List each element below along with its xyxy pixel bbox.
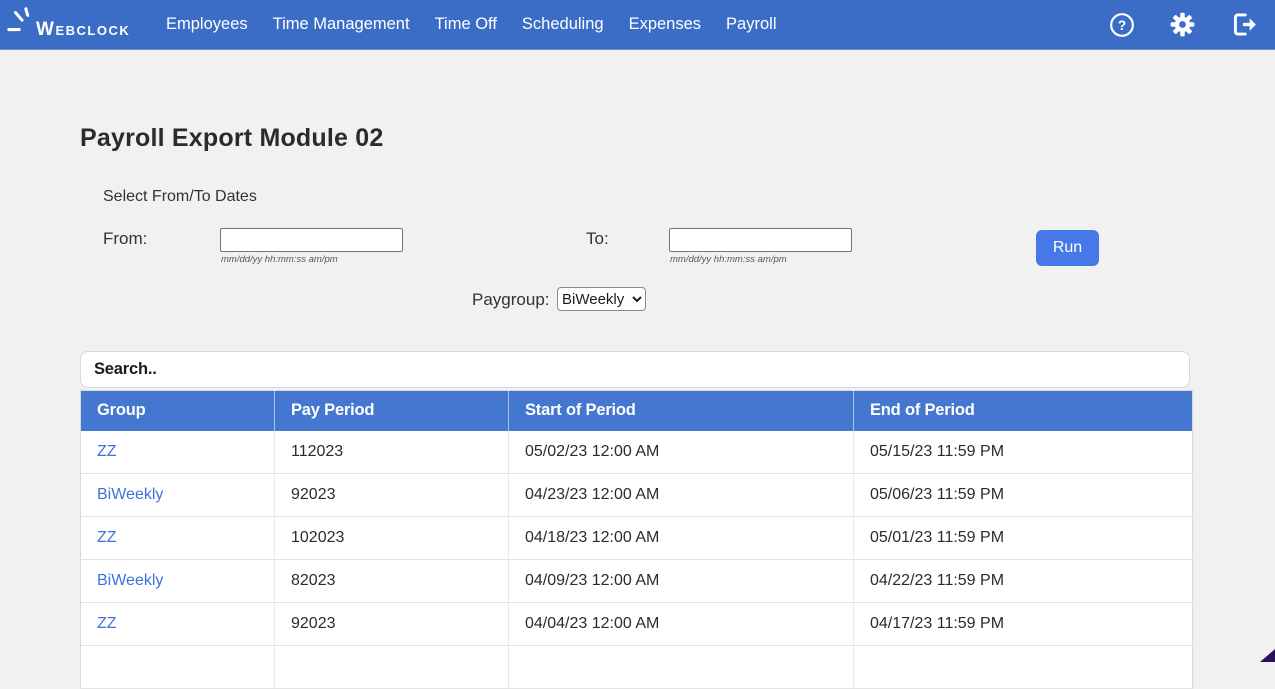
- logout-icon[interactable]: [1230, 11, 1257, 38]
- pay-period-cell: 92023: [275, 474, 509, 517]
- nav-item-time-off[interactable]: Time Off: [435, 15, 497, 34]
- clock-rays-icon: [6, 4, 40, 45]
- end-of-period-cell: 04/22/23 11:59 PM: [854, 560, 1193, 603]
- pay-periods-table-wrap: Group Pay Period Start of Period End of …: [80, 390, 1192, 689]
- end-of-period-cell: 05/06/23 11:59 PM: [854, 474, 1193, 517]
- page-title: Payroll Export Module 02: [80, 124, 383, 153]
- pay-period-cell: 112023: [275, 431, 509, 474]
- pay-period-cell: 82023: [275, 560, 509, 603]
- start-of-period-cell: 05/02/23 12:00 AM: [509, 431, 854, 474]
- group-cell: BiWeekly: [81, 474, 275, 517]
- pay-periods-table: Group Pay Period Start of Period End of …: [80, 390, 1193, 689]
- group-cell: ZZ: [81, 517, 275, 560]
- to-date-input[interactable]: [669, 228, 852, 252]
- nav-icon-group: ?: [1109, 11, 1275, 38]
- nav-item-expenses[interactable]: Expenses: [629, 15, 701, 34]
- from-date-input[interactable]: [220, 228, 403, 252]
- webclock-logo[interactable]: WebClock: [0, 4, 158, 45]
- table-row: ZZ 11202305/02/23 12:00 AM05/15/23 11:59 …: [81, 431, 1193, 474]
- table-row: ZZ 10202304/18/23 12:00 AM05/01/23 11:59 …: [81, 517, 1193, 560]
- end-of-period-cell: 05/01/23 11:59 PM: [854, 517, 1193, 560]
- group-link[interactable]: ZZ: [97, 615, 117, 632]
- paygroup-select[interactable]: BiWeekly: [557, 287, 646, 311]
- end-of-period-cell: 05/15/23 11:59 PM: [854, 431, 1193, 474]
- table-row: BiWeekly 9202304/23/23 12:00 AM05/06/23 1…: [81, 474, 1193, 517]
- group-link[interactable]: BiWeekly: [97, 572, 163, 589]
- group-link[interactable]: ZZ: [97, 529, 117, 546]
- nav-menu: Employees Time Management Time Off Scheduli…: [166, 15, 776, 34]
- col-header-end-of-period: End of Period: [854, 391, 1193, 431]
- mouse-cursor-artifact: [1260, 649, 1275, 662]
- run-button[interactable]: Run: [1036, 230, 1099, 266]
- brand-name: WebClock: [36, 20, 130, 45]
- group-cell: ZZ: [81, 603, 275, 646]
- to-date-format-hint: mm/dd/yy hh:mm:ss am/pm: [670, 254, 787, 265]
- nav-item-scheduling[interactable]: Scheduling: [522, 15, 604, 34]
- empty-cell: [81, 646, 275, 689]
- pay-period-cell: 102023: [275, 517, 509, 560]
- nav-item-time-management[interactable]: Time Management: [273, 15, 410, 34]
- start-of-period-cell: 04/23/23 12:00 AM: [509, 474, 854, 517]
- empty-cell: [854, 646, 1193, 689]
- help-icon[interactable]: ?: [1109, 12, 1135, 38]
- group-cell: ZZ: [81, 431, 275, 474]
- end-of-period-cell: 04/17/23 11:59 PM: [854, 603, 1193, 646]
- table-row: ZZ 9202304/04/23 12:00 AM04/17/23 11:59 P…: [81, 603, 1193, 646]
- group-link[interactable]: BiWeekly: [97, 486, 163, 503]
- pay-period-cell: 92023: [275, 603, 509, 646]
- group-link[interactable]: ZZ: [97, 443, 117, 460]
- search-input[interactable]: [80, 351, 1190, 388]
- start-of-period-cell: 04/09/23 12:00 AM: [509, 560, 854, 603]
- settings-gear-icon[interactable]: [1169, 11, 1196, 38]
- paygroup-label: Paygroup:: [472, 290, 550, 310]
- payroll-export-page: WebClock Employees Time Management Time Of…: [0, 0, 1275, 662]
- group-cell: BiWeekly: [81, 560, 275, 603]
- date-section-label: Select From/To Dates: [103, 188, 257, 206]
- start-of-period-cell: 04/18/23 12:00 AM: [509, 517, 854, 560]
- col-header-start-of-period: Start of Period: [509, 391, 854, 431]
- table-header-row: Group Pay Period Start of Period End of …: [81, 391, 1193, 431]
- svg-text:?: ?: [1118, 17, 1126, 32]
- table-body: ZZ 11202305/02/23 12:00 AM05/15/23 11:59 …: [81, 431, 1193, 689]
- from-label: From:: [103, 229, 147, 249]
- empty-cell: [509, 646, 854, 689]
- empty-cell: [275, 646, 509, 689]
- from-date-format-hint: mm/dd/yy hh:mm:ss am/pm: [221, 254, 338, 265]
- to-label: To:: [586, 229, 609, 249]
- nav-item-employees[interactable]: Employees: [166, 15, 248, 34]
- col-header-group: Group: [81, 391, 275, 431]
- table-row-partial: [81, 646, 1193, 689]
- nav-item-payroll[interactable]: Payroll: [726, 15, 776, 34]
- start-of-period-cell: 04/04/23 12:00 AM: [509, 603, 854, 646]
- col-header-pay-period: Pay Period: [275, 391, 509, 431]
- top-navbar: WebClock Employees Time Management Time Of…: [0, 0, 1275, 50]
- table-row: BiWeekly 8202304/09/23 12:00 AM04/22/23 1…: [81, 560, 1193, 603]
